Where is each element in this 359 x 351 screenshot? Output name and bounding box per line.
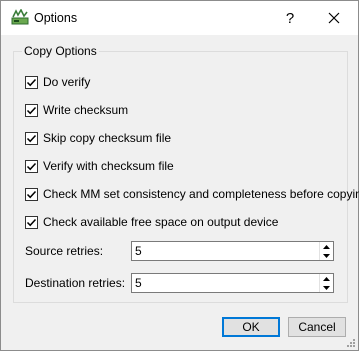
- checkbox-label: Write checksum: [43, 103, 129, 117]
- copy-options-group: Copy Options Do verify Write checksum Sk…: [13, 44, 359, 303]
- checkbox-box[interactable]: [25, 103, 38, 117]
- destination-retries-spinbox[interactable]: 5: [131, 273, 334, 293]
- checkmark-icon: [26, 162, 37, 170]
- checkbox-label: Do verify: [43, 75, 91, 89]
- checkbox-label: Verify with checksum file: [43, 159, 174, 173]
- check-free-space-checkbox[interactable]: Check available free space on output dev…: [25, 214, 278, 230]
- checkmark-icon: [26, 134, 37, 142]
- window-title: Options: [34, 11, 78, 25]
- checkbox-box[interactable]: [25, 215, 38, 229]
- spin-arrows: [319, 242, 333, 260]
- close-button[interactable]: [314, 3, 354, 33]
- app-icon: [11, 9, 29, 25]
- checkbox-label: Check available free space on output dev…: [43, 215, 279, 229]
- resize-grip-icon[interactable]: [346, 338, 356, 348]
- do-verify-checkbox[interactable]: Do verify: [25, 74, 90, 90]
- checkbox-box[interactable]: [25, 75, 38, 89]
- checkbox-label: Check MM set consistency and completenes…: [43, 187, 359, 201]
- spin-down-button[interactable]: [319, 283, 333, 292]
- checkbox-label: Skip copy checksum file: [43, 131, 172, 145]
- arrow-down-icon: [323, 253, 330, 258]
- arrow-down-icon: [323, 285, 330, 290]
- verify-with-checksum-checkbox[interactable]: Verify with checksum file: [25, 158, 174, 174]
- source-retries-label: Source retries:: [25, 244, 104, 258]
- checkbox-box[interactable]: [25, 187, 38, 201]
- spin-arrows: [319, 274, 333, 292]
- destination-retries-value[interactable]: 5: [135, 276, 142, 290]
- checkbox-box[interactable]: [25, 131, 38, 145]
- close-icon: [328, 12, 340, 24]
- write-checksum-checkbox[interactable]: Write checksum: [25, 102, 128, 118]
- title-bar[interactable]: Options ?: [1, 1, 358, 35]
- destination-retries-label: Destination retries:: [25, 276, 126, 290]
- checkmark-icon: [26, 78, 37, 86]
- spin-down-button[interactable]: [319, 251, 333, 260]
- arrow-up-icon: [323, 244, 330, 249]
- checkbox-box[interactable]: [25, 159, 38, 173]
- skip-copy-checksum-checkbox[interactable]: Skip copy checksum file: [25, 130, 171, 146]
- checkmark-icon: [26, 190, 37, 198]
- check-mm-set-checkbox[interactable]: Check MM set consistency and completenes…: [25, 186, 359, 202]
- help-button[interactable]: ?: [273, 3, 307, 33]
- source-retries-spinbox[interactable]: 5: [131, 241, 334, 261]
- cancel-button[interactable]: Cancel: [288, 317, 346, 337]
- options-dialog: Options ? Copy Options Do verify Write c…: [0, 0, 359, 351]
- arrow-up-icon: [323, 276, 330, 281]
- ok-button[interactable]: OK: [222, 317, 280, 337]
- spin-up-button[interactable]: [319, 274, 333, 283]
- group-title: Copy Options: [22, 44, 99, 58]
- source-retries-value[interactable]: 5: [135, 244, 142, 258]
- checkmark-icon: [26, 106, 37, 114]
- checkmark-icon: [26, 218, 37, 226]
- spin-up-button[interactable]: [319, 242, 333, 251]
